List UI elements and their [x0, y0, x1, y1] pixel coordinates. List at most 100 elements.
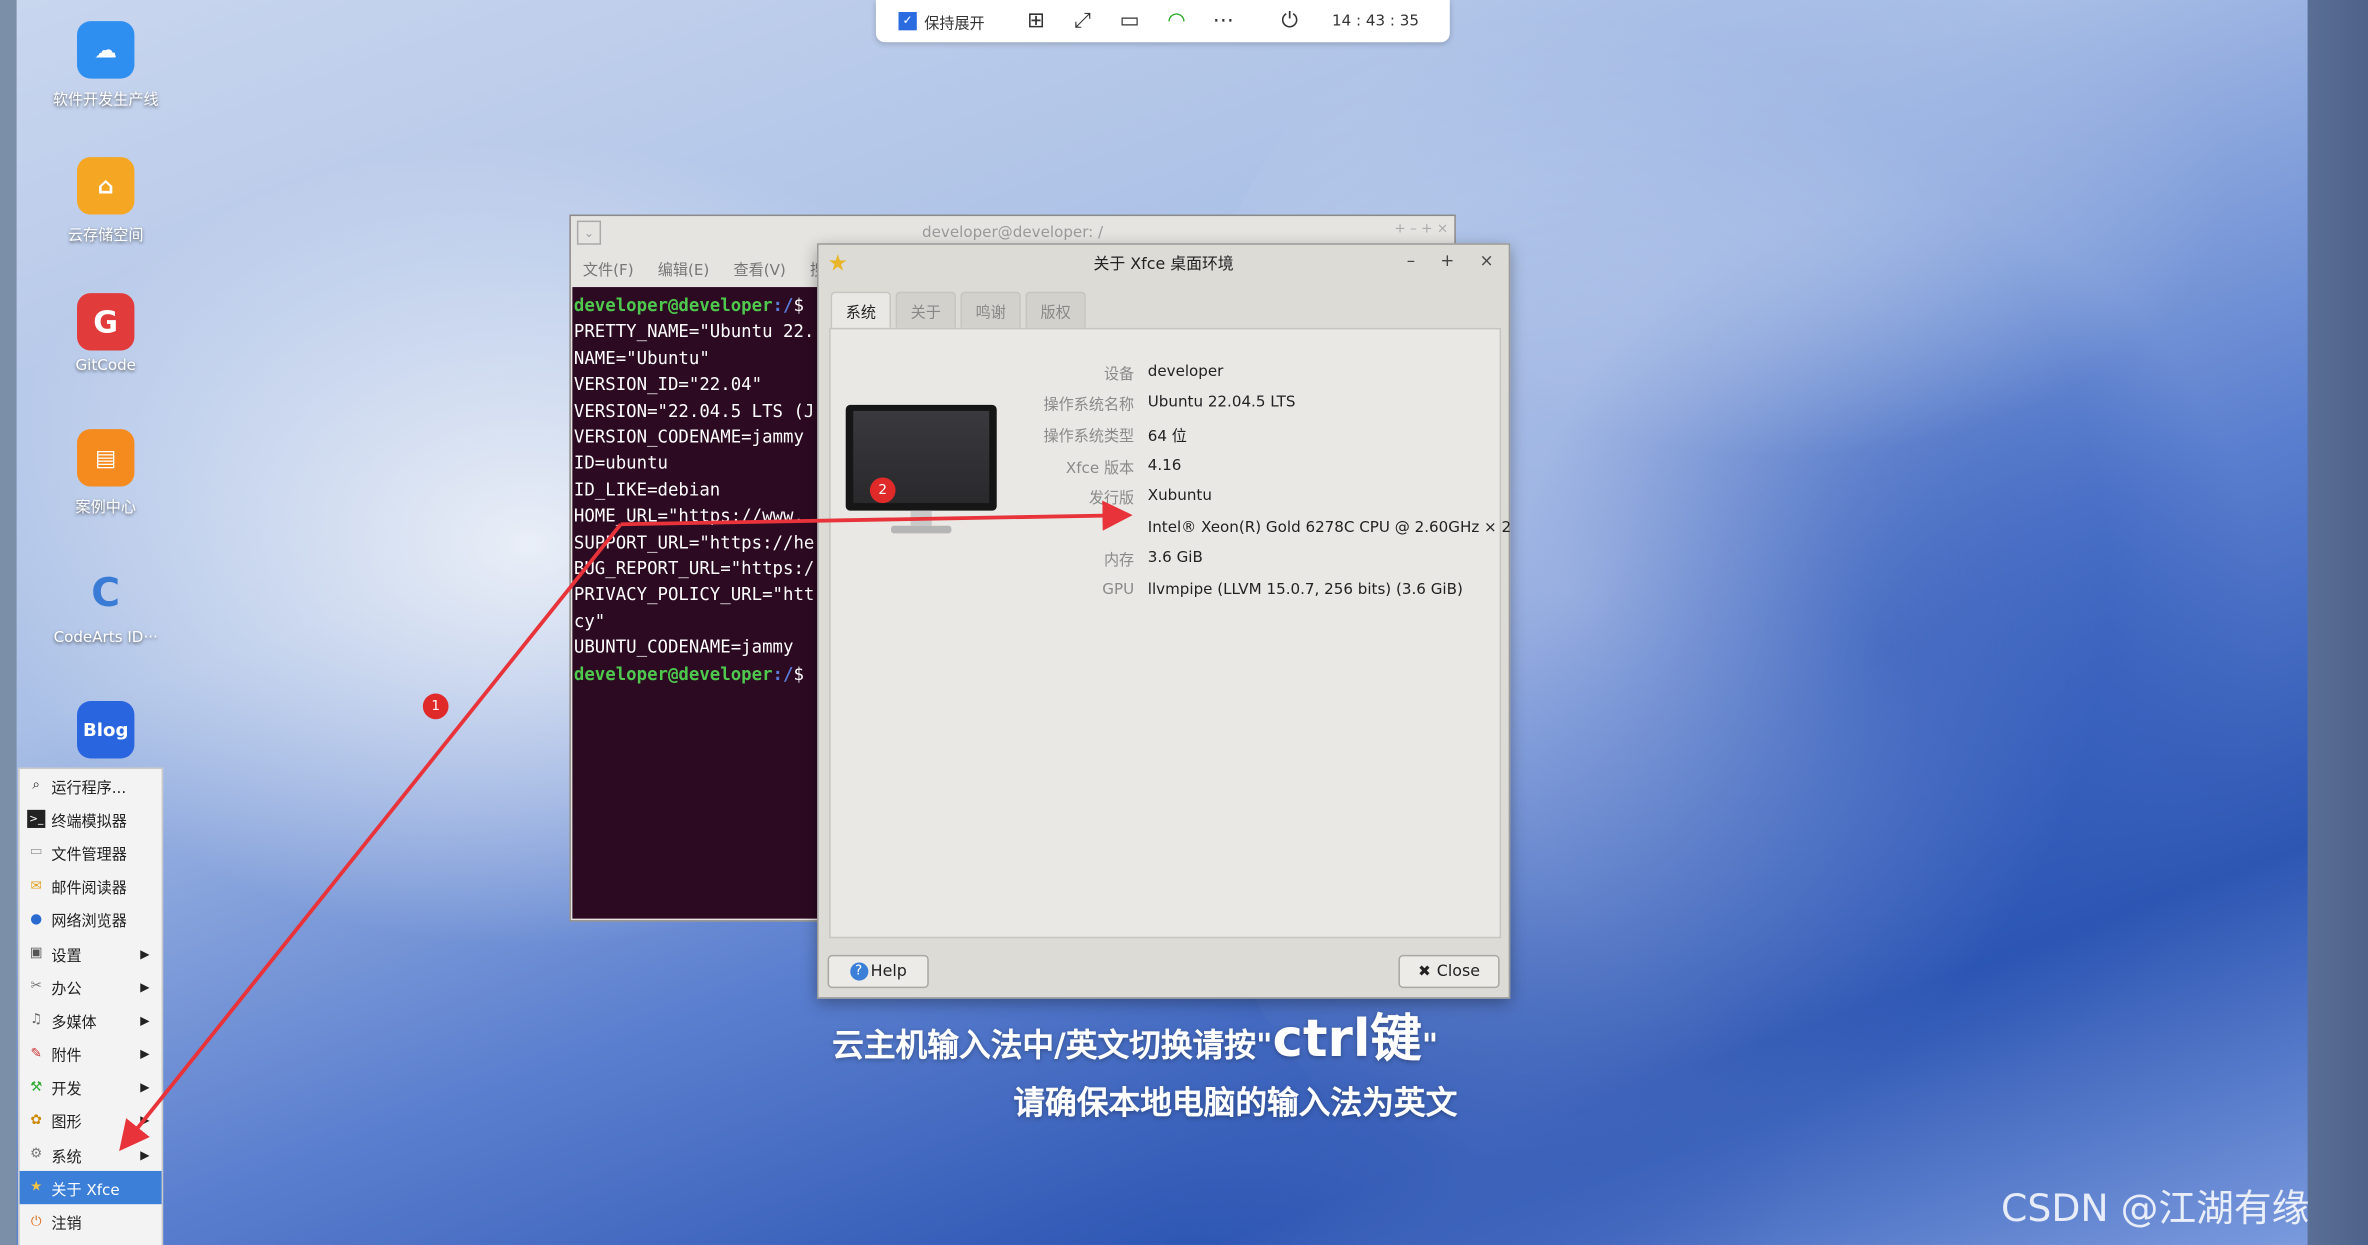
terminal-title: developer@developer: /	[922, 224, 1104, 241]
menu-item-about-xfce[interactable]: ★ 关于 Xfce	[19, 1171, 162, 1205]
minimize-button[interactable]: –	[1407, 251, 1415, 271]
desktop-icon-label: 软件开发生产线	[52, 92, 159, 109]
cloud-icon: ☁	[77, 21, 135, 79]
annotation-badge-2: 2	[869, 477, 896, 504]
vm-toolbar: ✓ 保持展开 ⊞ ⤢ ▭ ◠ ⋯ ⏻ 14 : 43 : 35	[875, 0, 1450, 43]
annotation-badge-1: 1	[422, 693, 449, 720]
graphics-icon: ✿	[30, 1113, 42, 1129]
terminal-menu-file[interactable]: 文件(F)	[583, 256, 634, 279]
dialog-title: 关于 Xfce 桌面环境	[1093, 254, 1234, 273]
left-edge-strip	[0, 0, 17, 1245]
system-info-panel: 设备 developer 操作系统名称 Ubuntu 22.04.5 LTS 操作系…	[829, 327, 1511, 939]
keep-expanded-checkbox[interactable]: ✓	[898, 12, 917, 31]
close-button-label: Close	[1436, 962, 1480, 981]
desktop-icon-label: 案例中心	[75, 500, 136, 517]
globe-icon: ●	[30, 912, 43, 928]
about-xfce-dialog: ★ 关于 Xfce 桌面环境 – + × 系统 关于 鸣谢 版权 设备 devel…	[817, 243, 1511, 999]
tab-about[interactable]: 关于	[895, 291, 956, 328]
desktop-icon-label: GitCode	[75, 358, 136, 375]
monitor-icon	[845, 404, 997, 534]
menu-item-file-manager[interactable]: ▭ 文件管理器	[20, 836, 162, 870]
blog-icon: Blog	[77, 701, 135, 759]
close-icon: ✖	[1418, 963, 1431, 980]
desktop-icon-blog[interactable]: Blog	[42, 701, 169, 759]
input-method-hint: 云主机输入法中/英文切换请按"ctrl键"	[832, 1009, 1439, 1070]
desktop-icon-case-center[interactable]: ▤ 案例中心	[42, 429, 169, 517]
desktop-icon-cloud-storage[interactable]: ⌂ 云存储空间	[42, 157, 169, 245]
terminal-menu-edit[interactable]: 编辑(E)	[658, 256, 710, 279]
power-icon[interactable]: ⏻	[1275, 6, 1305, 36]
watermark: CSDN @江湖有缘	[2001, 1186, 2310, 1230]
desktop-icon-label: 云存储空间	[67, 228, 144, 245]
applications-menu: ⌕ 运行程序... >_ 终端模拟器 ▭ 文件管理器 ✉ 邮件阅读器 ● 网络浏览器 ▣ 设…	[18, 767, 164, 1245]
chevron-right-icon: ▶	[140, 1013, 150, 1028]
info-row-xfce-version: Xfce 版本 4.16	[1065, 457, 1182, 477]
tab-system[interactable]: 系统	[830, 291, 892, 328]
desktop-icon-gitcode[interactable]: G GitCode	[42, 293, 169, 375]
folder-icon: ▭	[29, 845, 43, 861]
info-row-os-type: 操作系统类型 64 位	[1043, 429, 1187, 446]
desktop-icon-label: CodeArts ID···	[53, 630, 158, 647]
settings-icon: ▣	[29, 945, 43, 961]
mail-icon: ✉	[30, 878, 42, 894]
menu-item-development[interactable]: ⚒ 开发 ▶	[20, 1071, 162, 1105]
monitor-icon[interactable]: ▭	[1115, 6, 1145, 36]
info-row-os-name: 操作系统名称 Ubuntu 22.04.5 LTS	[1043, 394, 1296, 415]
menu-item-logout[interactable]: ⏻ 注销	[20, 1205, 162, 1239]
xfce-star-icon: ★	[827, 249, 848, 277]
chevron-right-icon: ▶	[140, 946, 150, 961]
menu-item-multimedia[interactable]: ♫ 多媒体 ▶	[20, 1004, 162, 1038]
dialog-titlebar: ★ 关于 Xfce 桌面环境 – + ×	[819, 245, 1509, 281]
info-row-distribution: 发行版 Xubuntu	[1088, 488, 1212, 508]
terminal-menu-button[interactable]: ⌄	[576, 220, 602, 245]
help-button[interactable]: ? Help	[827, 954, 929, 989]
office-icon: ✂	[30, 979, 42, 995]
terminal-window-controls[interactable]: + – + ×	[1394, 222, 1448, 237]
chevron-right-icon: ▶	[140, 980, 150, 994]
menu-item-accessories[interactable]: ✎ 附件 ▶	[20, 1037, 162, 1071]
menu-item-web-browser[interactable]: ● 网络浏览器	[20, 903, 162, 937]
search-icon: ⌕	[32, 778, 41, 794]
logout-icon: ⏻	[30, 1214, 42, 1230]
vm-clock: 14 : 43 : 35	[1331, 12, 1420, 30]
codearts-icon: C	[91, 571, 121, 617]
system-icon: ⚙	[30, 1147, 43, 1163]
menu-item-office[interactable]: ✂ 办公 ▶	[20, 970, 162, 1004]
terminal-icon: >_	[27, 810, 46, 829]
keep-expanded-label: 保持展开	[924, 15, 985, 33]
tab-copyright[interactable]: 版权	[1025, 291, 1086, 328]
add-icon[interactable]: ⊞	[1021, 6, 1051, 36]
chevron-right-icon: ▶	[140, 1147, 150, 1162]
system-info-list: 设备 developer 操作系统名称 Ubuntu 22.04.5 LTS 操作系…	[1012, 357, 1512, 606]
gitcode-icon: G	[77, 293, 135, 351]
tab-credits[interactable]: 鸣谢	[960, 291, 1021, 328]
terminal-menu-view[interactable]: 查看(V)	[733, 256, 785, 279]
english-input-hint: 请确保本地电脑的输入法为英文	[1013, 1084, 1458, 1122]
multimedia-icon: ♫	[30, 1012, 43, 1029]
wifi-icon[interactable]: ◠	[1161, 6, 1191, 36]
info-row-memory: 内存 3.6 GiB	[1103, 550, 1203, 571]
close-button[interactable]: ✖ Close	[1398, 954, 1500, 989]
close-window-button[interactable]: ×	[1480, 251, 1494, 271]
desktop-icon-codearts[interactable]: C CodeArts ID···	[42, 565, 169, 647]
menu-item-system[interactable]: ⚙ 系统 ▶	[20, 1138, 162, 1172]
fullscreen-icon[interactable]: ⤢	[1068, 6, 1098, 36]
development-icon: ⚒	[30, 1079, 43, 1096]
info-row-cpu: Intel® Xeon(R) Gold 6278C CPU @ 2.60GHz …	[1147, 519, 1512, 537]
menu-item-graphics[interactable]: ✿ 图形 ▶	[20, 1104, 162, 1138]
menu-item-mail-reader[interactable]: ✉ 邮件阅读器	[20, 870, 162, 904]
info-row-gpu: GPU llvmpipe (LLVM 15.0.7, 256 bits) (3.6…	[1102, 581, 1463, 599]
chevron-right-icon: ▶	[140, 1047, 150, 1061]
maximize-button[interactable]: +	[1440, 251, 1454, 271]
storage-icon: ⌂	[77, 157, 135, 215]
right-edge-strip	[2307, 0, 2368, 1245]
chevron-right-icon: ▶	[140, 1080, 150, 1095]
menu-item-terminal[interactable]: >_ 终端模拟器	[20, 803, 162, 837]
menu-item-run-program[interactable]: ⌕ 运行程序...	[20, 769, 162, 803]
help-button-label: Help	[870, 962, 907, 981]
menu-item-settings[interactable]: ▣ 设置 ▶	[20, 937, 162, 971]
dialog-tabs: 系统 关于 鸣谢 版权	[830, 291, 1091, 328]
desktop-icon-devcloud[interactable]: ☁ 软件开发生产线	[42, 21, 169, 109]
info-row-device: 设备 developer	[1103, 363, 1224, 384]
more-icon[interactable]: ⋯	[1208, 6, 1238, 36]
